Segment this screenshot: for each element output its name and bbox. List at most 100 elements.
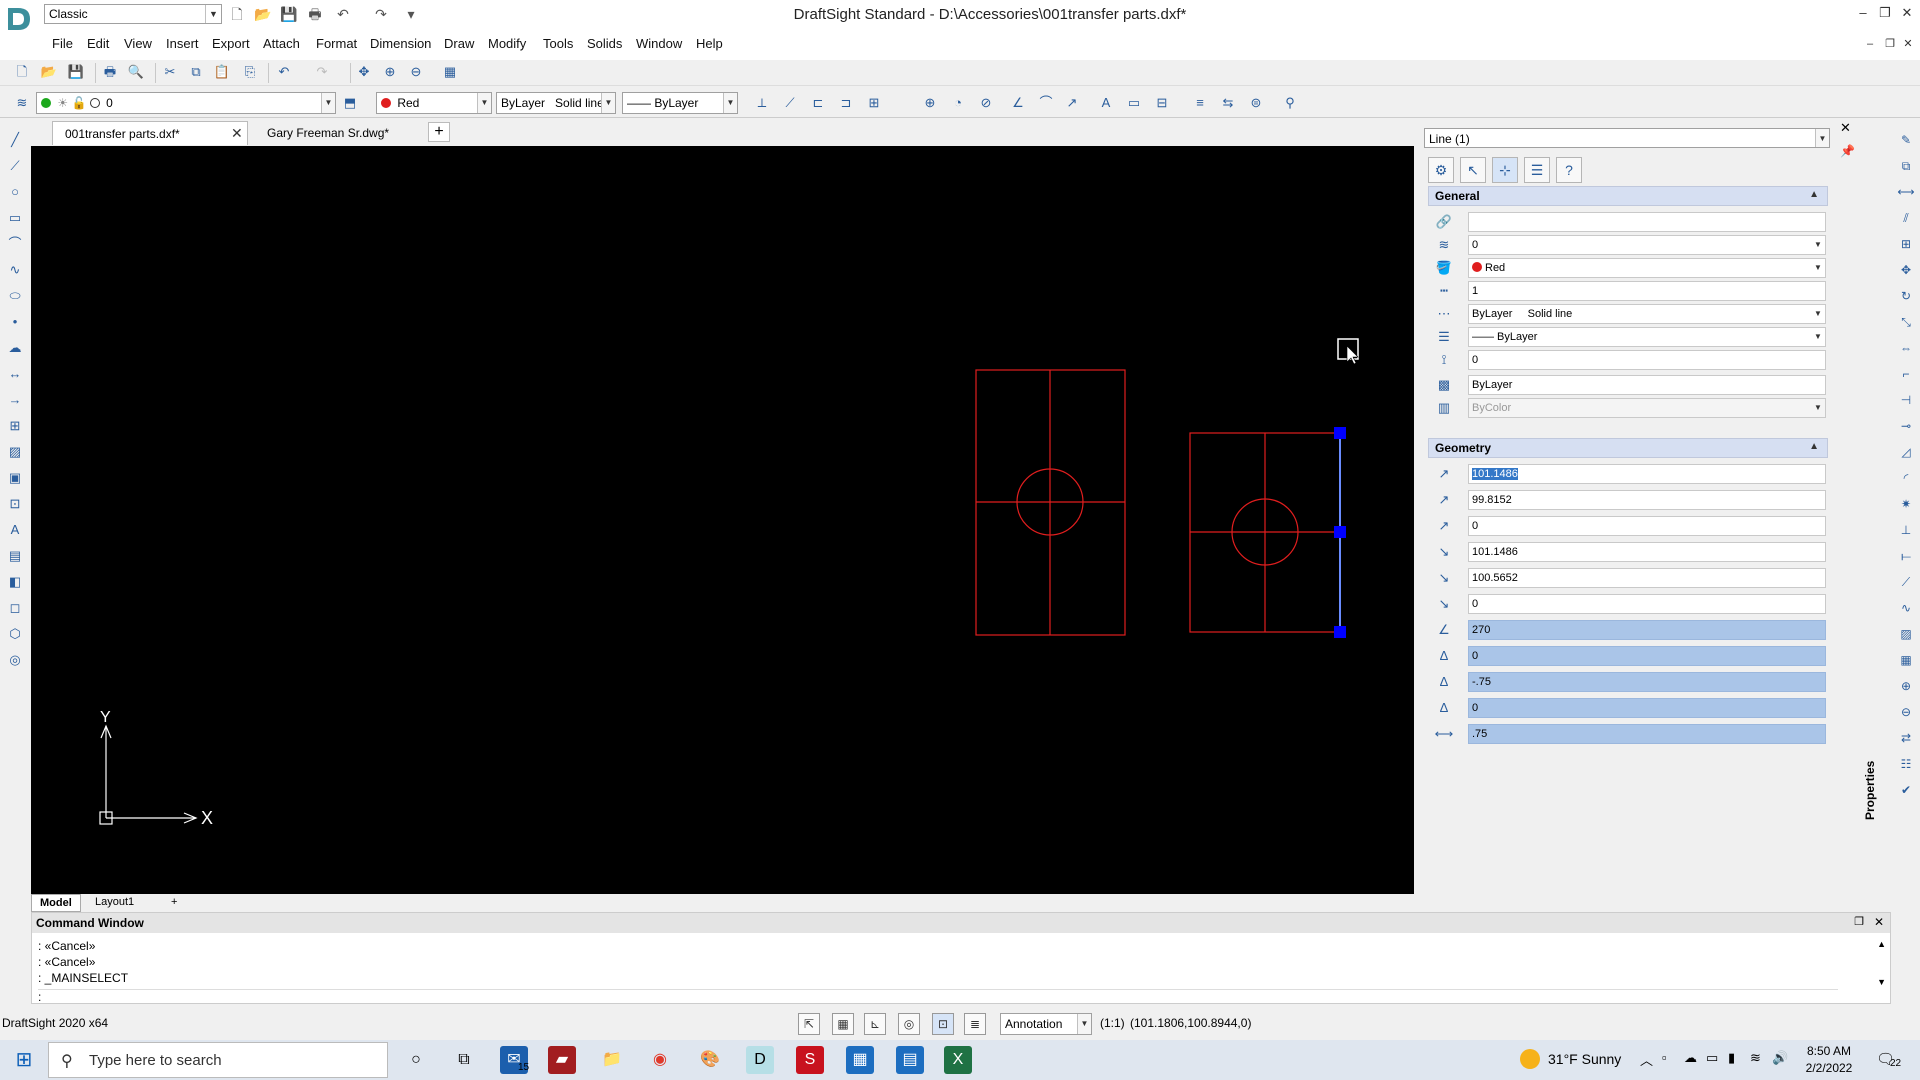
clock-date[interactable]: 2/2/2022 <box>1800 1061 1858 1075</box>
properties-palette-icon[interactable]: ▦ <box>440 62 460 82</box>
start-y-field[interactable]: 99.8152 <box>1468 490 1826 510</box>
linetype-field[interactable]: ByLayer Solid line ▼ <box>1468 304 1826 324</box>
hatch-icon[interactable]: ▨ <box>5 442 25 462</box>
cut-icon[interactable]: ✂ <box>160 62 180 82</box>
layer-field[interactable]: 0 ▼ <box>1468 235 1826 255</box>
dimension-update-icon[interactable]: ⇆ <box>1218 93 1238 113</box>
menu-edit[interactable]: Edit <box>87 36 109 51</box>
general-section-header[interactable]: General ▲ <box>1428 186 1828 206</box>
close-icon[interactable]: ✕ <box>1896 2 1918 24</box>
geometry-section-header[interactable]: Geometry ▲ <box>1428 438 1828 458</box>
paint-icon[interactable]: 🎨 <box>696 1046 724 1074</box>
save-icon[interactable]: 💾 <box>280 5 298 23</box>
chamfer-icon[interactable]: ◿ <box>1896 442 1916 462</box>
polyline-icon[interactable]: ⟋ <box>5 156 25 176</box>
redo-icon[interactable]: ↷ <box>312 62 332 82</box>
menu-window[interactable]: Window <box>636 36 682 51</box>
onedrive-icon[interactable]: ☁ <box>1684 1050 1697 1066</box>
grip-mid[interactable] <box>1334 526 1346 538</box>
collapse-icon[interactable]: ▲ <box>1809 441 1819 452</box>
arc-icon[interactable]: ⌒ <box>5 234 25 254</box>
note-icon[interactable]: A <box>5 520 25 540</box>
redo-icon[interactable]: ↷ <box>372 5 390 23</box>
insert-block-icon[interactable]: ⊡ <box>5 494 25 514</box>
tray-app-icon[interactable]: ▫ <box>1662 1050 1667 1065</box>
volume-icon[interactable]: 🔊 <box>1772 1050 1788 1066</box>
new-file-icon[interactable]: 🗋 <box>228 5 246 23</box>
dimension-linear-icon[interactable]: ⟂ <box>752 93 772 113</box>
layer-select[interactable]: ☀ 🔓 0 ▼ <box>36 92 336 114</box>
dimension-baseline-icon[interactable]: ⊏ <box>808 93 828 113</box>
thickness-field[interactable]: 0 <box>1468 350 1826 370</box>
open-folder-icon[interactable]: 📂 <box>254 5 272 23</box>
make-current-layer-icon[interactable]: ⬒ <box>340 93 360 113</box>
file-explorer-icon[interactable]: 📁 <box>598 1046 626 1074</box>
reverse-icon[interactable]: ⇄ <box>1896 728 1916 748</box>
match-properties-icon[interactable]: ⎘ <box>240 62 260 82</box>
edit-spline-icon[interactable]: ∿ <box>1896 598 1916 618</box>
tray-battery-icon[interactable]: ▮ <box>1728 1050 1735 1066</box>
select-objects-icon[interactable]: ↖ <box>1460 157 1486 183</box>
selection-select[interactable]: Line (1) ▼ <box>1424 128 1830 148</box>
weather-sun-icon[interactable] <box>1520 1049 1540 1069</box>
menu-modify[interactable]: Modify <box>488 36 526 51</box>
dimension-angular-icon[interactable]: ∠ <box>1008 93 1028 113</box>
menu-insert[interactable]: Insert <box>166 36 199 51</box>
block-icon[interactable]: ▣ <box>5 468 25 488</box>
restore-icon[interactable]: ❐ <box>1874 2 1896 24</box>
zoom-window-icon[interactable]: ⊕ <box>380 62 400 82</box>
split-icon[interactable]: ⊖ <box>1896 702 1916 722</box>
tolerance-icon[interactable]: ▭ <box>1124 93 1144 113</box>
float-icon[interactable]: ❐ <box>1854 915 1864 928</box>
dimension-radius-icon[interactable]: ◔ <box>948 93 968 113</box>
scroll-down-icon[interactable]: ▼ <box>1877 977 1886 987</box>
table-icon[interactable]: ⊞ <box>5 416 25 436</box>
ray-icon[interactable]: → <box>5 390 25 410</box>
tray-chevron-icon[interactable]: ︿ <box>1640 1050 1653 1069</box>
edit-array-icon[interactable]: ▦ <box>1896 650 1916 670</box>
save-icon[interactable]: 💾 <box>66 62 86 82</box>
ortho-icon[interactable]: ⊾ <box>864 1013 886 1035</box>
drawing-canvas[interactable]: Y X <box>31 146 1414 894</box>
quick-select-icon[interactable]: ⚙ <box>1428 157 1454 183</box>
tab-gary-freeman[interactable]: Gary Freeman Sr.dwg* ✕ <box>255 121 455 145</box>
edit-hatch-icon[interactable]: ▨ <box>1896 624 1916 644</box>
point-icon[interactable]: • <box>5 312 25 332</box>
spline-icon[interactable]: ∿ <box>5 260 25 280</box>
construction-line-icon[interactable]: ↔ <box>5 364 25 384</box>
menu-tools[interactable]: Tools <box>543 36 573 51</box>
menu-solids[interactable]: Solids <box>587 36 622 51</box>
menu-dimension[interactable]: Dimension <box>370 36 431 51</box>
stretch-icon[interactable]: ⇔ <box>1896 338 1916 358</box>
leader-icon[interactable]: ↗ <box>1062 93 1082 113</box>
menu-help[interactable]: Help <box>696 36 723 51</box>
copy-icon[interactable]: ⧉ <box>186 62 206 82</box>
align-icon[interactable]: ⊥ <box>1896 520 1916 540</box>
dimension-aligned-icon[interactable]: ⟋ <box>780 93 800 113</box>
break-icon[interactable]: ⊸ <box>1896 416 1916 436</box>
dimension-style-icon[interactable]: ≡ <box>1190 93 1210 113</box>
lineweight-field[interactable]: —— ByLayer ▼ <box>1468 327 1826 347</box>
explode-icon[interactable]: ✷ <box>1896 494 1916 514</box>
text-icon[interactable]: A <box>1096 93 1116 113</box>
minimize-icon[interactable]: – <box>1852 2 1874 24</box>
panel-close-icon[interactable]: ✕ <box>1840 120 1851 136</box>
task-view-icon[interactable]: ⧉ <box>450 1046 478 1074</box>
offset-icon[interactable]: ⫽ <box>1896 208 1916 228</box>
layer-manager-icon[interactable]: ≋ <box>12 93 32 113</box>
move-icon[interactable]: ✥ <box>1896 260 1916 280</box>
menu-export[interactable]: Export <box>212 36 250 51</box>
lineweight-select[interactable]: —— ByLayer ▼ <box>622 92 738 114</box>
line-icon[interactable]: ╱ <box>5 130 25 150</box>
close-icon[interactable]: ✕ <box>1874 915 1884 929</box>
tray-monitor-icon[interactable]: ▭ <box>1706 1050 1718 1066</box>
grid-icon[interactable]: ▦ <box>832 1013 854 1035</box>
paste-icon[interactable]: 📋 <box>212 62 232 82</box>
menu-draw[interactable]: Draw <box>444 36 474 51</box>
circle-icon[interactable]: ○ <box>5 182 25 202</box>
ellipse-icon[interactable]: ⬭ <box>5 286 25 306</box>
simple-note-icon[interactable]: ▤ <box>5 546 25 566</box>
tab-model[interactable]: Model <box>31 894 81 912</box>
start-z-field[interactable]: 0 <box>1468 516 1826 536</box>
chrome-icon[interactable]: ◉ <box>646 1046 674 1074</box>
